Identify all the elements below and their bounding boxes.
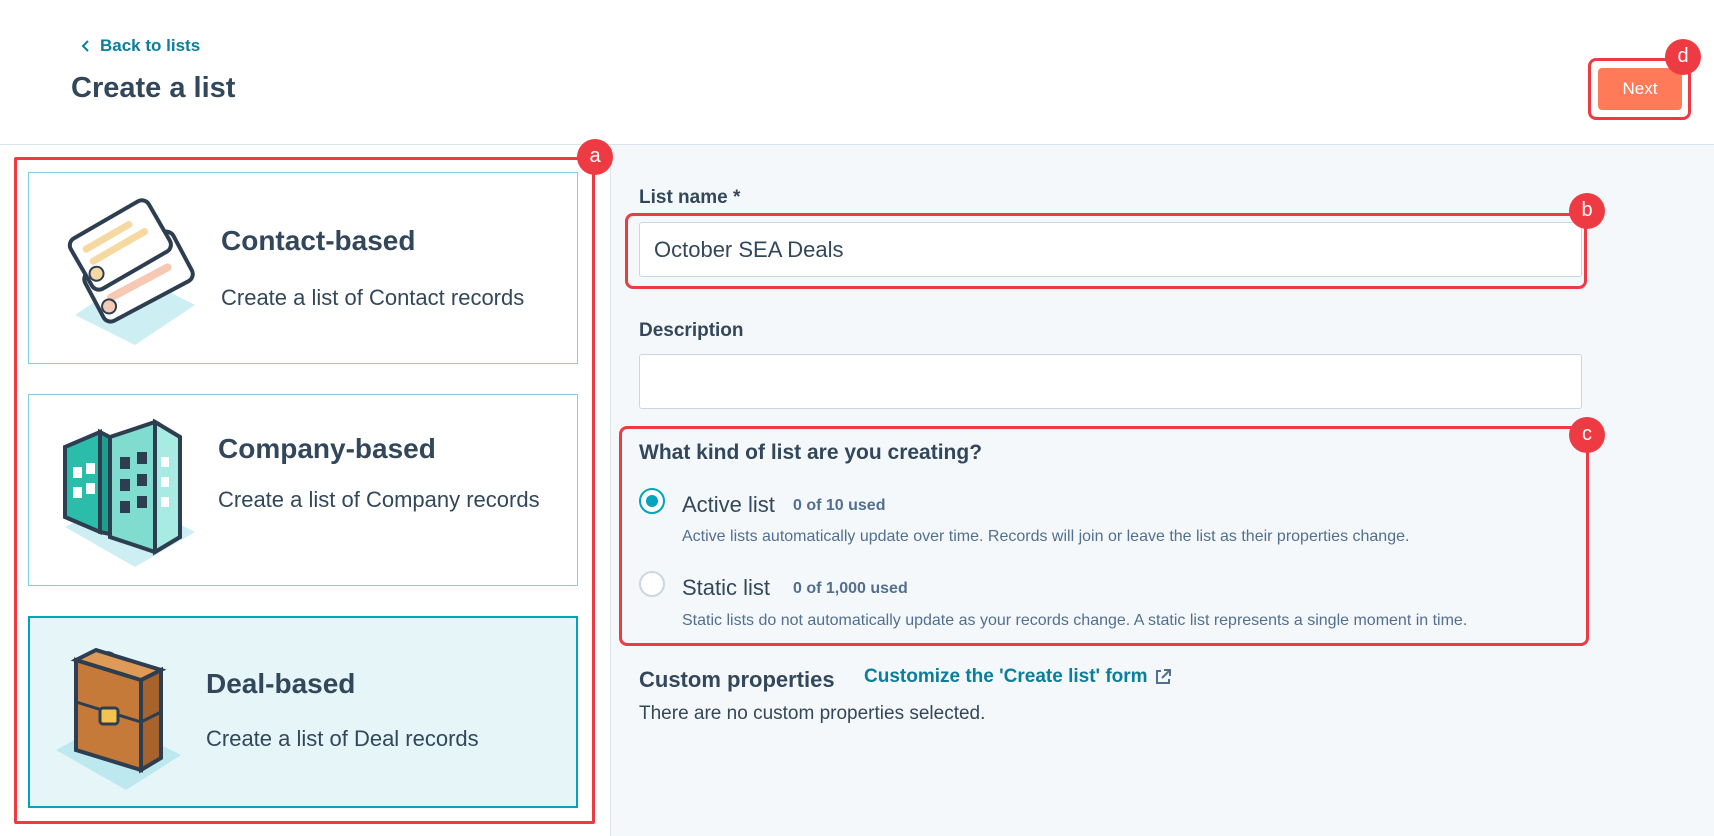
description-label: Description	[639, 320, 744, 341]
card-title: Contact-based	[221, 225, 416, 256]
list-name-input[interactable]	[639, 222, 1582, 277]
customize-form-link[interactable]: Customize the 'Create list' form	[864, 666, 1172, 688]
static-list-radio[interactable]	[639, 571, 665, 597]
chevron-left-icon	[81, 40, 89, 52]
contact-cards-icon	[67, 198, 195, 345]
buildings-icon	[63, 418, 195, 567]
card-description: Create a list of Deal records	[206, 726, 479, 751]
list-type-panel: Contact-based Create a list of Contact r…	[0, 145, 611, 836]
active-list-help: Active lists automatically update over t…	[682, 528, 1410, 545]
description-input[interactable]	[639, 354, 1582, 409]
page-header: Back to lists Create a list Next	[0, 0, 1714, 145]
list-name-label: List name *	[639, 187, 741, 208]
card-description: Create a list of Contact records	[221, 285, 525, 310]
static-list-help: Static lists do not automatically update…	[682, 612, 1468, 629]
card-title: Deal-based	[206, 668, 356, 699]
back-to-lists-label: Back to lists	[100, 36, 201, 55]
custom-properties-empty: There are no custom properties selected.	[639, 703, 986, 724]
list-form-panel: List name * Description What kind of lis…	[611, 145, 1714, 836]
next-button[interactable]: Next	[1598, 68, 1682, 110]
active-list-usage: 0 of 10 used	[793, 497, 886, 514]
card-description: Create a list of Company records	[218, 487, 540, 512]
back-to-lists-link[interactable]: Back to lists	[80, 36, 200, 56]
card-title: Company-based	[218, 433, 436, 464]
active-list-radio[interactable]	[639, 488, 665, 514]
static-list-title[interactable]: Static list	[682, 575, 770, 601]
list-type-card-company[interactable]: Company-based Create a list of Company r…	[28, 394, 578, 586]
custom-properties-title: Custom properties	[639, 667, 835, 692]
list-type-card-contact[interactable]: Contact-based Create a list of Contact r…	[28, 172, 578, 364]
list-type-card-deal[interactable]: Deal-based Create a list of Deal records	[28, 616, 578, 808]
static-list-usage: 0 of 1,000 used	[793, 580, 908, 597]
external-link-icon	[1155, 669, 1171, 684]
active-list-title[interactable]: Active list	[682, 492, 775, 518]
page-title: Create a list	[71, 72, 236, 104]
list-kind-question: What kind of list are you creating?	[639, 441, 983, 464]
customize-form-label: Customize the 'Create list' form	[864, 666, 1148, 687]
briefcase-icon	[56, 647, 181, 790]
